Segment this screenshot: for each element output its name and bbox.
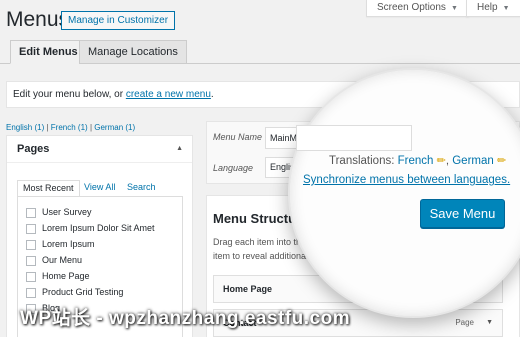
watermark-text: WP站长 - wpzhanzhang.eastfu.com (20, 308, 351, 329)
pages-panel-header[interactable]: Pages ▲ (7, 136, 192, 163)
help-button[interactable]: Help ▼ (466, 0, 520, 17)
checkbox[interactable] (26, 223, 36, 234)
create-new-menu-link[interactable]: create a new menu (126, 89, 211, 100)
page-label: Home Page (42, 271, 90, 281)
checkbox[interactable] (26, 271, 36, 282)
page-label: Lorem Ipsum (42, 239, 95, 249)
chevron-down-icon[interactable]: ▼ (486, 310, 493, 336)
checkbox[interactable] (26, 239, 36, 250)
pages-panel-title: Pages (17, 143, 50, 155)
checkbox[interactable] (26, 207, 36, 218)
info-suffix: . (210, 89, 214, 100)
translations-label: Translations: (329, 155, 398, 167)
menu-item-title: Home Page (223, 284, 273, 294)
separator: | (46, 123, 49, 132)
checkbox[interactable] (26, 287, 36, 298)
tab-manage-locations[interactable]: Manage Locations (79, 40, 187, 64)
save-menu-button[interactable]: Save Menu (420, 199, 505, 228)
language-link-english[interactable]: English (1) (6, 123, 44, 132)
magnifier-lens (288, 68, 520, 318)
collapse-arrow-icon[interactable]: ▲ (176, 136, 183, 162)
menu-name-input-zoomed[interactable] (296, 125, 412, 151)
tab-edit-menus[interactable]: Edit Menus (10, 40, 87, 64)
translations-row: Translations: French ✏, German ✏ (329, 154, 506, 167)
synchronize-menus-link[interactable]: Synchronize menus between languages. (303, 174, 510, 186)
page-title: Menus (6, 8, 70, 31)
page-label: Lorem Ipsum Dolor Sit Amet (42, 223, 155, 233)
chevron-down-icon: ▼ (502, 5, 510, 12)
page-label: User Survey (42, 207, 92, 217)
separator: | (89, 123, 93, 132)
translation-link-german[interactable]: German (452, 155, 494, 167)
language-filter: English (1) | French (1) | German (1) (6, 123, 135, 132)
manage-in-customizer-button[interactable]: Manage in Customizer (61, 11, 176, 30)
help-label: Help (477, 2, 498, 13)
info-text: Edit your menu below, or (13, 89, 126, 100)
page-label: Product Grid Testing (42, 287, 124, 297)
menu-item-type: Page (455, 318, 474, 327)
menu-name-label: Menu Name (213, 132, 263, 142)
list-item[interactable]: Lorem Ipsum Dolor Sit Amet (26, 223, 155, 234)
comma: , (445, 155, 450, 167)
language-link-german[interactable]: German (1) (94, 123, 135, 132)
language-label: Language (213, 163, 254, 173)
checkbox[interactable] (26, 255, 36, 266)
translation-link-french[interactable]: French (398, 155, 434, 167)
list-item[interactable]: Our Menu (26, 255, 82, 266)
screen-options-label: Screen Options (377, 2, 446, 13)
screen-options-button[interactable]: Screen Options ▼ (366, 0, 469, 17)
tab-view-all[interactable]: View All (79, 180, 120, 197)
list-item[interactable]: User Survey (26, 207, 92, 218)
tab-most-recent[interactable]: Most Recent (17, 180, 80, 197)
tab-search[interactable]: Search (122, 180, 161, 197)
pencil-icon[interactable]: ✏ (437, 155, 446, 167)
list-item[interactable]: Product Grid Testing (26, 287, 123, 298)
page-label: Our Menu (42, 255, 83, 265)
pencil-icon[interactable]: ✏ (497, 155, 506, 167)
chevron-down-icon: ▼ (450, 5, 458, 12)
list-item[interactable]: Home Page (26, 271, 90, 282)
language-link-french[interactable]: French (1) (51, 123, 88, 132)
list-item[interactable]: Lorem Ipsum (26, 239, 95, 250)
